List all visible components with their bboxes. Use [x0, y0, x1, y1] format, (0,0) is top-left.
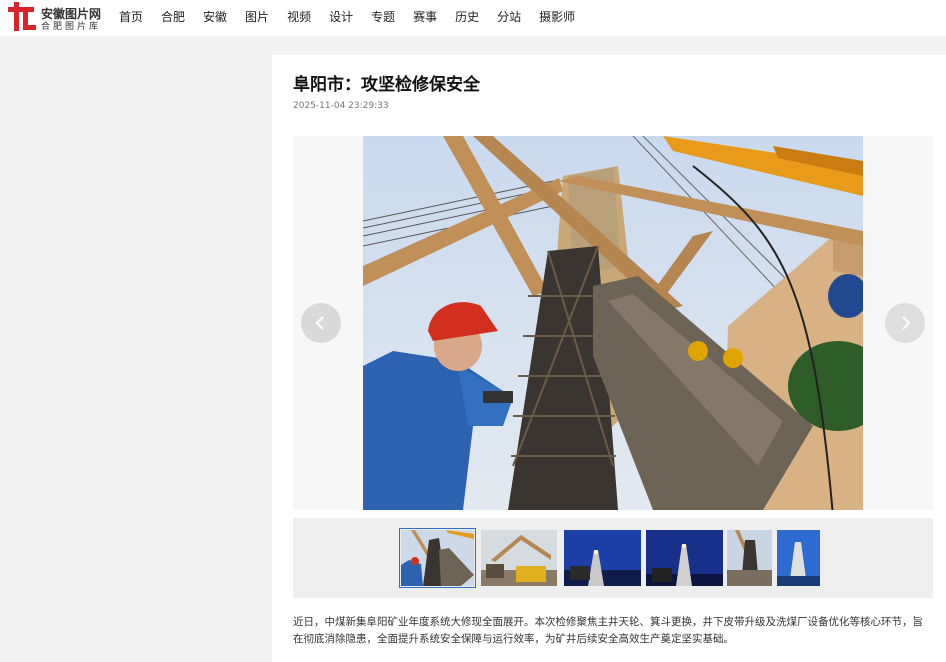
thumbnail-strip: [293, 518, 933, 598]
nav-item-hefei[interactable]: 合肥: [161, 8, 185, 25]
thumbnail-3[interactable]: [564, 530, 641, 586]
thumbnail-4[interactable]: [646, 530, 723, 586]
nav-item-topics[interactable]: 专题: [371, 8, 395, 25]
nav-item-photographers[interactable]: 摄影师: [539, 8, 575, 25]
nav-item-design[interactable]: 设计: [329, 8, 353, 25]
top-navigation-bar: 安徽图片网 合肥图片库 首页 合肥 安徽 图片 视频 设计 专题 赛事 历史 分…: [0, 0, 946, 36]
thumbnail-2[interactable]: [481, 530, 557, 586]
photo-viewer: [293, 136, 933, 510]
nav-item-anhui[interactable]: 安徽: [203, 8, 227, 25]
article-panel: 阜阳市：攻坚检修保安全 2025-11-04 23:29:33 近日，中煤新集阜…: [272, 55, 946, 662]
nav-item-home[interactable]: 首页: [119, 8, 143, 25]
previous-photo-button[interactable]: [301, 303, 341, 343]
chevron-left-icon: [315, 316, 324, 330]
thumbnail-1[interactable]: [399, 528, 476, 588]
article-date: 2025-11-04 23:29:33: [293, 101, 389, 111]
main-photo[interactable]: [363, 136, 863, 510]
article-title: 阜阳市：攻坚检修保安全: [293, 75, 480, 95]
main-nav: 首页 合肥 安徽 图片 视频 设计 专题 赛事 历史 分站 摄影师: [110, 0, 584, 32]
thumbnail-6[interactable]: [777, 530, 820, 586]
thumbnail-5[interactable]: [727, 530, 772, 586]
site-subname: 合肥图片库: [41, 22, 102, 32]
chevron-right-icon: [902, 316, 911, 330]
nav-item-events[interactable]: 赛事: [413, 8, 437, 25]
nav-item-pictures[interactable]: 图片: [245, 8, 269, 25]
nav-item-history[interactable]: 历史: [455, 8, 479, 25]
article-body: 近日，中煤新集阜阳矿业年度系统大修现全面展开。本次检修聚焦主井天轮、箕斗更换，井…: [293, 616, 923, 645]
logo-mark-icon: [8, 2, 36, 31]
nav-item-branches[interactable]: 分站: [497, 8, 521, 25]
next-photo-button[interactable]: [885, 303, 925, 343]
nav-item-video[interactable]: 视频: [287, 8, 311, 25]
site-logo[interactable]: 安徽图片网 合肥图片库: [6, 2, 106, 32]
